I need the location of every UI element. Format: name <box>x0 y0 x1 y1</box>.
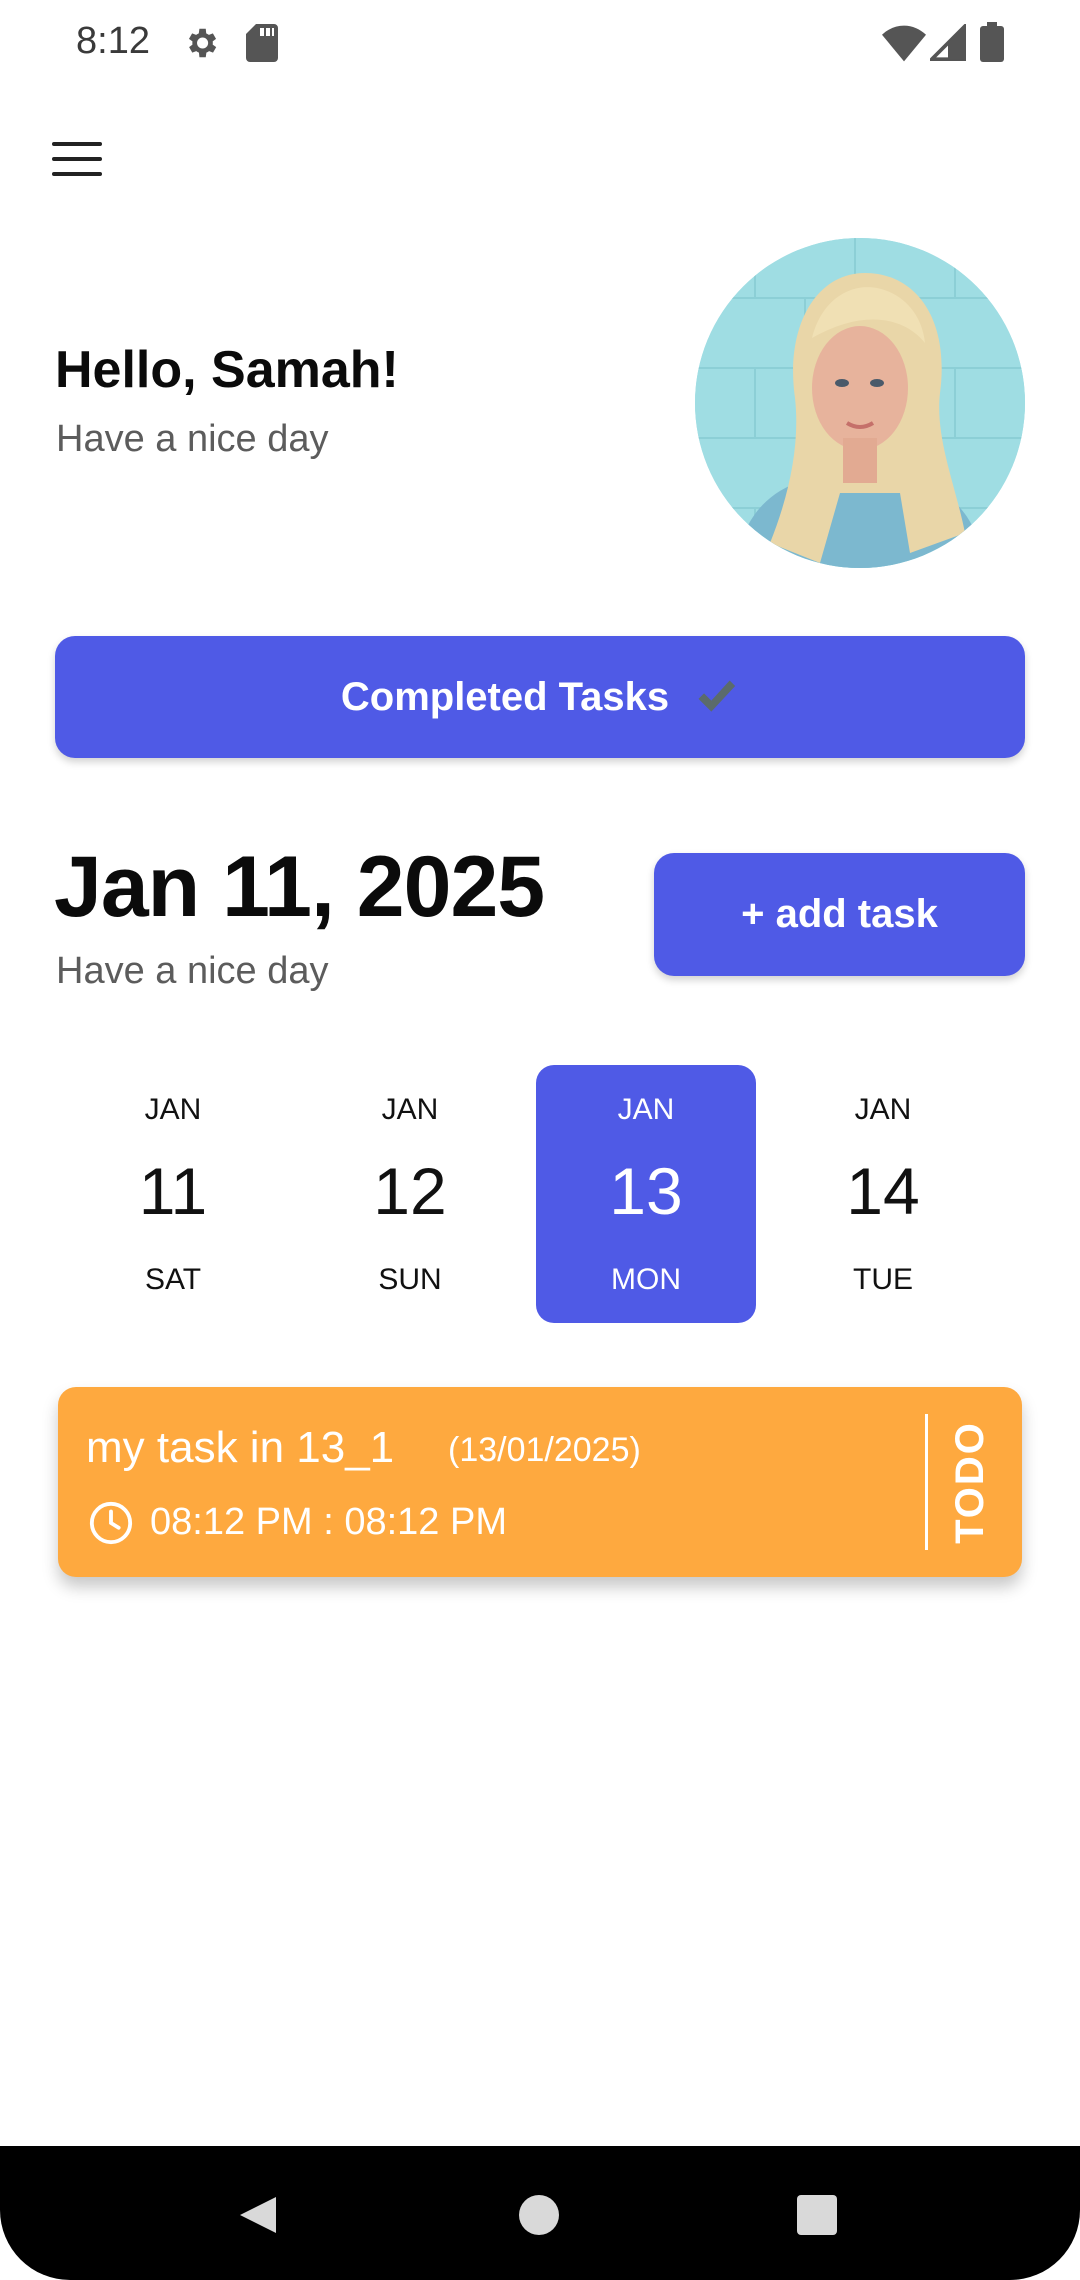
date-weekday: SUN <box>378 1263 442 1296</box>
greeting-subtitle: Have a nice day <box>56 418 329 460</box>
date-cell-11[interactable]: JAN 11 SAT <box>63 1065 283 1323</box>
clock-icon <box>88 1500 134 1546</box>
date-month: JAN <box>381 1093 439 1126</box>
task-status: TODO <box>935 1412 1005 1552</box>
completed-tasks-button[interactable]: Completed Tasks <box>55 636 1025 758</box>
wifi-icon <box>882 24 926 67</box>
battery-icon <box>980 22 1004 67</box>
task-divider <box>925 1414 928 1550</box>
date-month: JAN <box>617 1093 675 1126</box>
date-cell-13-selected[interactable]: JAN 13 MON <box>536 1065 756 1323</box>
date-weekday: TUE <box>853 1263 913 1296</box>
date-day: 13 <box>609 1154 683 1228</box>
date-day: 14 <box>846 1154 920 1228</box>
date-month: JAN <box>144 1093 202 1126</box>
hamburger-menu-icon[interactable] <box>46 136 108 182</box>
task-status-label: TODO <box>947 1420 992 1544</box>
status-time: 8:12 <box>76 20 150 62</box>
greeting-title: Hello, Samah! <box>55 341 399 399</box>
date-cell-12[interactable]: JAN 12 SUN <box>300 1065 520 1323</box>
completed-tasks-label: Completed Tasks <box>340 674 670 719</box>
task-date: (13/01/2025) <box>448 1431 641 1469</box>
date-weekday: SAT <box>144 1263 202 1296</box>
task-time: 08:12 PM : 08:12 PM <box>150 1501 507 1543</box>
sd-card-icon <box>246 24 278 67</box>
add-task-button[interactable]: + add task <box>654 853 1025 976</box>
task-title: my task in 13_1 <box>86 1423 395 1472</box>
date-day: 12 <box>373 1154 447 1228</box>
signal-icon <box>927 22 966 67</box>
current-date: Jan 11, 2025 <box>54 839 545 935</box>
gear-icon <box>182 24 220 67</box>
avatar[interactable] <box>695 238 1025 568</box>
check-mark-icon <box>691 673 739 721</box>
date-day: 11 <box>138 1154 208 1228</box>
recents-icon[interactable] <box>797 2195 837 2235</box>
back-icon[interactable] <box>236 2193 280 2237</box>
navigation-bar <box>0 2146 1080 2280</box>
home-icon[interactable] <box>519 2195 559 2235</box>
date-subtitle: Have a nice day <box>56 950 329 992</box>
task-card[interactable]: my task in 13_1 (13/01/2025) 08:12 PM : … <box>58 1387 1022 1577</box>
status-bar: 8:12 <box>0 0 1080 88</box>
date-weekday: MON <box>611 1263 681 1296</box>
date-cell-14[interactable]: JAN 14 TUE <box>773 1065 993 1323</box>
date-month: JAN <box>854 1093 912 1126</box>
